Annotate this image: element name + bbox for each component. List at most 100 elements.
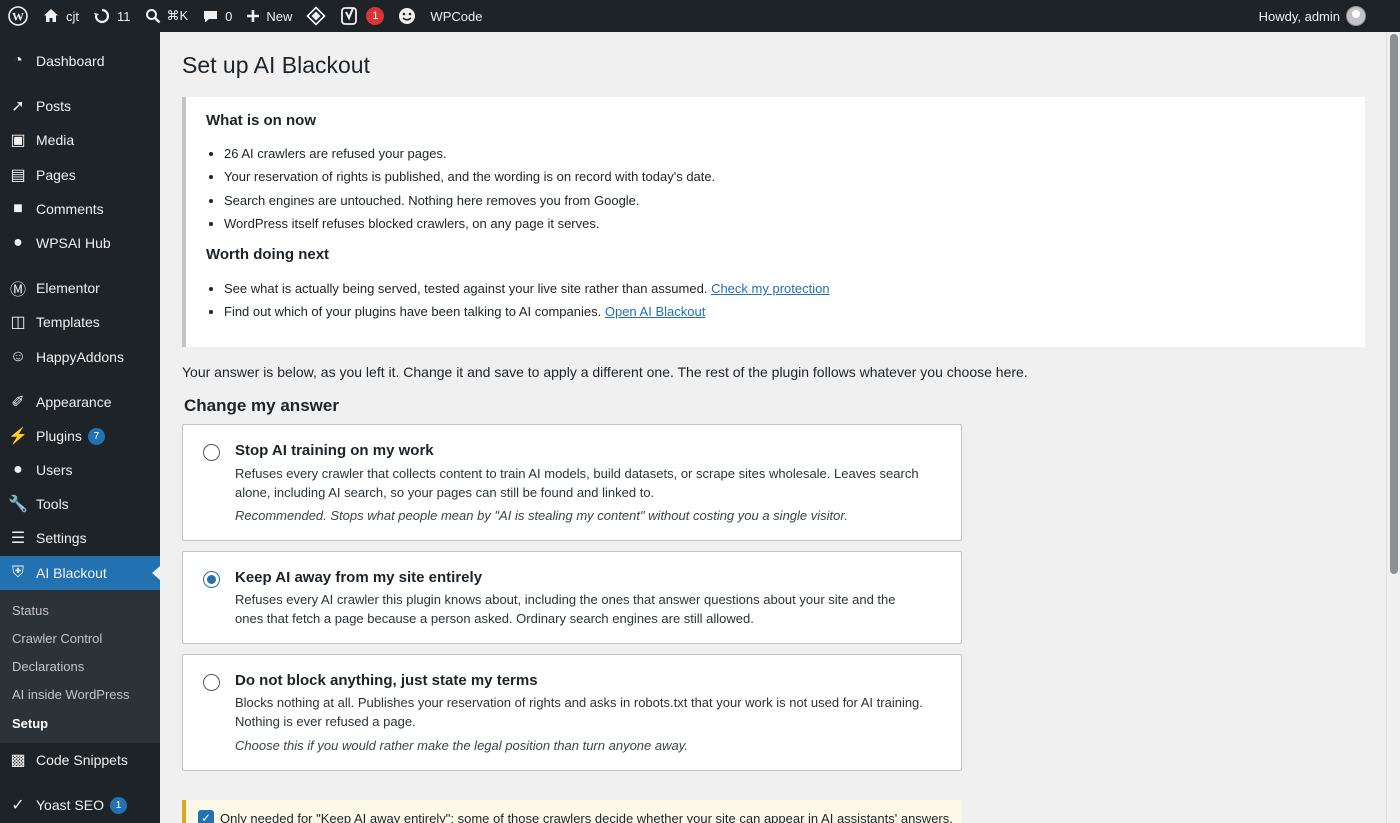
site-name-link[interactable]: cjt — [35, 0, 86, 32]
sidebar-item-templates[interactable]: ◫ Templates — [0, 305, 160, 339]
account-menu[interactable]: Howdy, admin — [1252, 0, 1400, 32]
shield-icon: ⛨ — [11, 564, 24, 581]
comments-link[interactable]: 0 — [195, 0, 239, 32]
sidebar-item-plugins[interactable]: ⚡ Plugins 7 — [0, 419, 160, 453]
submenu-crawler-control[interactable]: Crawler Control — [12, 631, 102, 646]
list-item: Your reservation of rights is published,… — [206, 169, 715, 184]
avatar — [1346, 6, 1366, 26]
home-icon — [44, 9, 58, 22]
updates-link[interactable]: 11 — [86, 0, 138, 32]
sidebar-item-media[interactable]: ▣ Media — [0, 123, 160, 157]
option-note: Recommended. Stops what people mean by "… — [235, 508, 848, 523]
sidebar-item-settings[interactable]: ☰ Settings — [0, 521, 160, 555]
sidebar-item-tools[interactable]: 🔧 Tools — [0, 487, 160, 521]
sidebar-item-appearance[interactable]: ✐ Appearance — [0, 385, 160, 419]
wpcode-label: WPCode — [430, 8, 483, 24]
wrench-icon: 🔧 — [8, 496, 28, 513]
list-item: Find out which of your plugins have been… — [206, 304, 705, 319]
option-title: Keep AI away from my site entirely — [235, 569, 483, 586]
submenu-declarations[interactable]: Declarations — [12, 659, 84, 674]
sidebar-item-code-snippets[interactable]: ▩ Code Snippets — [0, 743, 160, 777]
updates-count: 11 — [117, 8, 131, 24]
yoast-link[interactable]: 1 — [333, 0, 391, 32]
sidebar-item-dashboard[interactable]: ◔ Dashboard — [0, 44, 160, 78]
list-item: WordPress itself refuses blocked crawler… — [206, 216, 599, 231]
warning-notice: ✓ Only needed for "Keep AI away entirely… — [182, 800, 962, 823]
diamond-icon — [306, 6, 327, 26]
paintbrush-icon: ✐ — [11, 394, 25, 411]
settings-icon: ☰ — [10, 530, 26, 547]
code-icon: ▩ — [10, 752, 26, 769]
new-label: New — [266, 8, 293, 24]
submenu-status[interactable]: Status — [12, 603, 49, 618]
new-content-link[interactable]: New — [239, 0, 299, 32]
page-title: Set up AI Blackout — [182, 52, 370, 78]
comment-icon — [204, 10, 218, 22]
admin-sidebar: ◔ Dashboard ➚ Posts ▣ Media ▤ Pages ■ Comment… — [0, 32, 160, 823]
svg-text:W: W — [12, 10, 24, 24]
list-item: Search engines are untouched. Nothing he… — [206, 193, 640, 208]
plus-icon — [247, 10, 260, 22]
diamond-plugin-link[interactable] — [299, 0, 333, 32]
wordpress-logo-icon[interactable]: W — [0, 0, 35, 32]
ai-blackout-submenu: Status Crawler Control Declarations AI i… — [0, 590, 160, 743]
option-title: Do not block anything, just state my ter… — [235, 672, 538, 689]
comment-icon: ■ — [13, 200, 23, 217]
smiley-plugin-link[interactable] — [391, 0, 423, 32]
yoast-badge: 1 — [366, 7, 385, 25]
sidebar-item-comments[interactable]: ■ Comments — [0, 192, 160, 226]
plugins-count-badge: 7 — [87, 427, 105, 445]
plug-icon: ⚡ — [8, 428, 28, 445]
check-protection-link[interactable]: Check my protection — [711, 281, 830, 296]
radio-keep-away[interactable] — [203, 571, 220, 588]
site-name: cjt — [66, 8, 79, 24]
status-notice: What is on now 26 AI crawlers are refuse… — [182, 97, 1365, 347]
sidebar-item-posts[interactable]: ➚ Posts — [0, 89, 160, 123]
sidebar-item-pages[interactable]: ▤ Pages — [0, 158, 160, 192]
happyaddons-icon: ☺ — [9, 348, 27, 365]
notice-heading-on: What is on now — [206, 112, 316, 129]
sidebar-item-elementor[interactable]: Ⓜ Elementor — [0, 271, 160, 305]
submenu-ai-inside-wordpress[interactable]: AI inside WordPress — [12, 687, 130, 702]
option-state-terms[interactable]: Do not block anything, just state my ter… — [182, 654, 962, 771]
list-item: 26 AI crawlers are refused your pages. — [206, 146, 447, 161]
list-item: See what is actually being served, teste… — [206, 281, 830, 296]
pin-icon: ➚ — [11, 98, 25, 115]
notice-heading-next: Worth doing next — [206, 246, 330, 263]
option-stop-training[interactable]: Stop AI training on my work Refuses ever… — [182, 424, 962, 541]
warning-text: Only needed for "Keep AI away entirely":… — [220, 811, 953, 823]
comments-count: 0 — [225, 8, 233, 24]
howdy-label: Howdy, admin — [1258, 8, 1340, 24]
ai-assistants-checkbox[interactable]: ✓ — [198, 810, 214, 823]
option-description: Blocks nothing at all. Publishes your re… — [235, 695, 923, 729]
change-heading: Change my answer — [184, 396, 339, 415]
radio-stop-training[interactable] — [203, 444, 220, 461]
option-title: Stop AI training on my work — [235, 442, 434, 459]
sidebar-item-yoast-seo[interactable]: ✓ Yoast SEO 1 — [0, 788, 160, 822]
open-ai-blackout-link[interactable]: Open AI Blackout — [605, 304, 705, 319]
search-link[interactable]: ⌘K — [138, 0, 196, 32]
dashboard-icon: ◔ — [13, 52, 23, 69]
sidebar-item-wpsai-hub[interactable]: ● WPSAI Hub — [0, 226, 160, 260]
smiley-icon — [399, 8, 416, 24]
yoast-icon — [341, 7, 358, 25]
elementor-icon: Ⓜ — [9, 282, 26, 299]
page-scrollbar[interactable] — [1386, 32, 1400, 823]
sidebar-item-ai-blackout[interactable]: ⛨ AI Blackout — [0, 556, 160, 590]
sidebar-item-users[interactable]: ● Users — [0, 453, 160, 487]
scrollbar-thumb[interactable] — [1390, 34, 1398, 574]
folder-icon: ◫ — [10, 314, 26, 331]
pages-icon: ▤ — [10, 167, 26, 184]
option-keep-away[interactable]: Keep AI away from my site entirely Refus… — [182, 551, 962, 644]
search-shortcut: ⌘K — [166, 8, 189, 23]
submenu-setup[interactable]: Setup — [12, 716, 48, 731]
option-note: Choose this if you would rather make the… — [235, 738, 688, 753]
intro-text: Your answer is below, as you left it. Ch… — [182, 364, 1028, 380]
wpcode-link[interactable]: WPCode — [423, 0, 489, 32]
user-icon: ● — [13, 461, 23, 478]
radio-state-terms[interactable] — [203, 674, 220, 691]
updates-icon — [94, 8, 110, 24]
media-icon: ▣ — [10, 132, 26, 149]
yoast-icon: ✓ — [11, 797, 25, 814]
sidebar-item-happyaddons[interactable]: ☺ HappyAddons — [0, 340, 160, 374]
